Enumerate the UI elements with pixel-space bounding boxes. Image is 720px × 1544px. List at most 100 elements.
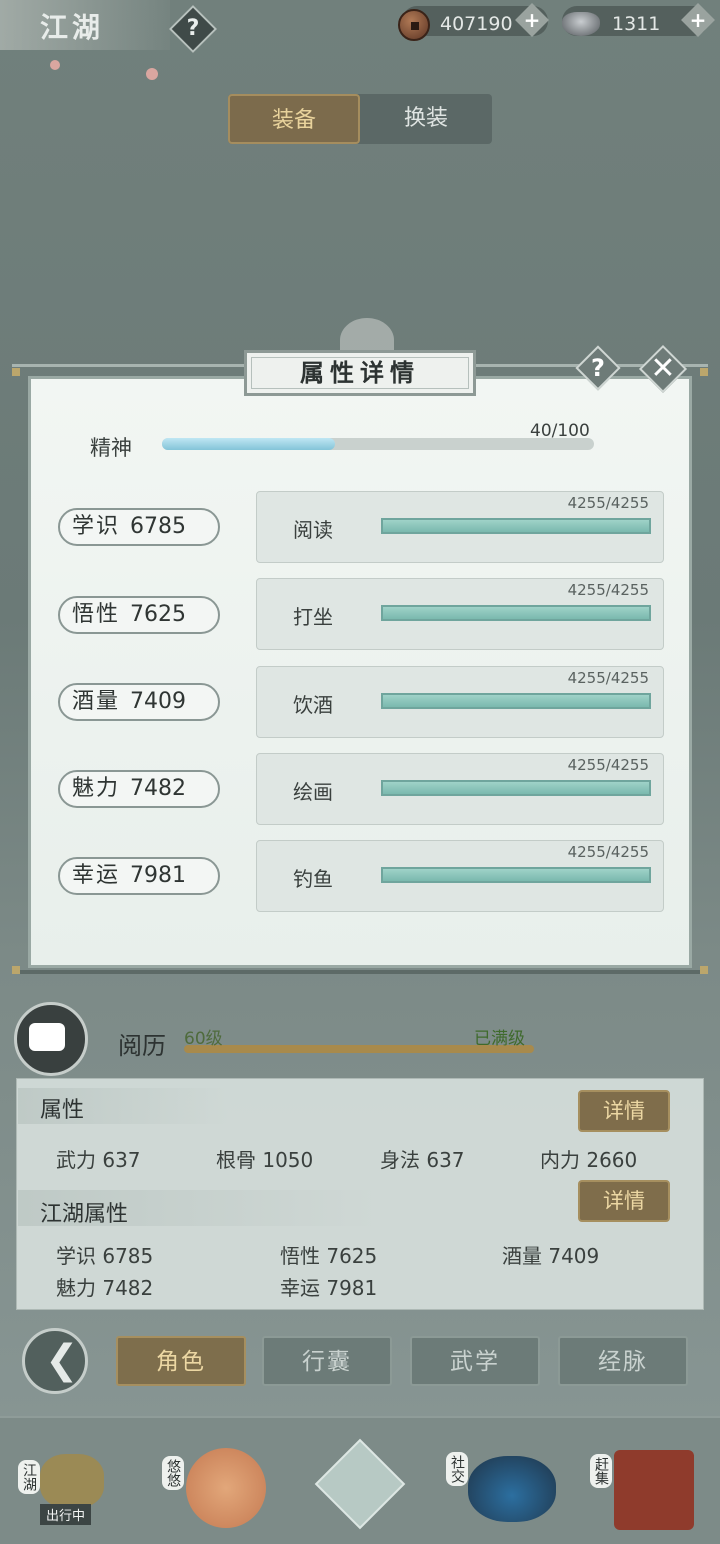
help-button[interactable]: ?	[168, 4, 218, 54]
stat-name: 幸运	[72, 863, 121, 888]
stat-pill-meili: 魅力 7482	[58, 770, 220, 808]
skill-progress-bar	[381, 867, 651, 883]
tab-equip[interactable]: 装备	[228, 94, 360, 144]
dock-label: 社交	[446, 1452, 468, 1486]
jianghu-art-icon	[40, 1454, 104, 1508]
page-title: 江湖	[40, 11, 105, 44]
skill-progress-fill	[383, 695, 649, 707]
modal-close-button[interactable]: ✕	[638, 344, 688, 394]
jianghu-attribute-item: 幸运 7981	[280, 1276, 378, 1300]
plus-icon: +	[689, 8, 707, 32]
skill-progress-fill	[383, 520, 649, 532]
stat-pill-jiuliang: 酒量 7409	[58, 683, 220, 721]
blossom-decoration	[146, 68, 158, 80]
blossom-decoration	[50, 60, 60, 70]
dock-item-youyou[interactable]: 悠悠	[158, 1432, 266, 1532]
attributes-detail-button[interactable]: 详情	[578, 1090, 670, 1132]
tab-change-outfit[interactable]: 换装	[360, 94, 492, 144]
skill-progress-text: 4255/4255	[567, 843, 649, 861]
experience-level: 60级	[184, 1029, 223, 1049]
chat-bubble-icon	[29, 1023, 65, 1051]
skill-row-reading: 阅读 4255/4255	[256, 491, 664, 563]
stat-value: 6785	[130, 514, 187, 539]
jianghu-attribute-item: 酒量 7409	[502, 1244, 600, 1268]
skill-progress-fill	[383, 782, 649, 794]
attribute-item: 根骨 1050	[216, 1148, 314, 1172]
skill-progress-text: 4255/4255	[567, 756, 649, 774]
add-silver-button[interactable]: +	[681, 0, 715, 40]
tab-inventory[interactable]: 行囊	[262, 1336, 392, 1386]
spirit-progress-fill	[162, 438, 335, 450]
chat-button[interactable]	[14, 1002, 88, 1076]
jianghu-detail-button[interactable]: 详情	[578, 1180, 670, 1222]
social-art-icon	[468, 1456, 556, 1522]
spirit-value: 40/100	[530, 421, 590, 441]
skill-name: 打坐	[293, 605, 333, 629]
jianghu-attribute-item: 悟性 7625	[280, 1244, 378, 1268]
skill-progress-bar	[381, 780, 651, 796]
top-bar: 江湖 ? 407190 + 1311 +	[0, 0, 720, 80]
stat-value: 7409	[130, 689, 187, 714]
close-icon: ✕	[650, 351, 676, 386]
skill-row-painting: 绘画 4255/4255	[256, 753, 664, 825]
modal-frame-bottom	[12, 964, 708, 974]
skill-progress-bar	[381, 518, 651, 534]
jianghu-attribute-item: 学识 6785	[56, 1244, 154, 1268]
dock-label: 赶集	[590, 1454, 612, 1488]
skill-name: 钓鱼	[293, 867, 333, 891]
question-icon: ?	[186, 16, 200, 41]
skill-progress-fill	[383, 869, 649, 881]
dock-label: 悠悠	[162, 1456, 184, 1490]
frame-corner	[700, 966, 708, 974]
dock-item-market[interactable]: 赶集	[588, 1432, 694, 1532]
tab-character[interactable]: 角色	[116, 1336, 246, 1386]
market-basket-icon	[614, 1450, 694, 1530]
attribute-item: 身法 637	[380, 1148, 465, 1172]
dock-item-jianghu[interactable]: 江湖 出行中	[14, 1432, 114, 1532]
experience-status: 已满级	[474, 1029, 525, 1049]
coin-icon	[398, 9, 430, 41]
stat-name: 悟性	[72, 602, 121, 627]
add-coins-button[interactable]: +	[515, 0, 549, 40]
spirit-label: 精神	[90, 436, 132, 460]
stat-name: 酒量	[72, 689, 121, 714]
stat-value: 7625	[130, 602, 187, 627]
stat-pill-xueshi: 学识 6785	[58, 508, 220, 546]
tab-martial-arts[interactable]: 武学	[410, 1336, 540, 1386]
chevron-left-icon: ❮	[45, 1337, 79, 1383]
dock-item-social[interactable]: 社交	[444, 1432, 556, 1532]
dock-status-badge: 出行中	[40, 1504, 92, 1525]
experience-label: 阅历	[118, 1032, 166, 1060]
skill-progress-bar	[381, 605, 651, 621]
skill-progress-text: 4255/4255	[567, 669, 649, 687]
stat-name: 魅力	[72, 776, 121, 801]
frame-corner	[700, 368, 708, 376]
frame-corner	[12, 966, 20, 974]
stat-value: 7981	[130, 863, 187, 888]
skill-progress-bar	[381, 693, 651, 709]
coin-amount: 407190	[440, 13, 513, 35]
youyou-art-icon	[186, 1448, 266, 1528]
tab-meridians[interactable]: 经脉	[558, 1336, 688, 1386]
frame-corner	[12, 368, 20, 376]
skill-name: 阅读	[293, 518, 333, 542]
stat-pill-xingyun: 幸运 7981	[58, 857, 220, 895]
attributes-title: 属性	[40, 1098, 85, 1123]
attribute-item: 武力 637	[56, 1148, 141, 1172]
silver-amount: 1311	[612, 13, 661, 35]
back-button[interactable]: ❮	[22, 1328, 88, 1394]
skill-progress-text: 4255/4255	[567, 494, 649, 512]
plus-icon: +	[523, 8, 541, 32]
skill-name: 绘画	[293, 780, 333, 804]
attribute-item: 内力 2660	[540, 1148, 638, 1172]
jianghu-attribute-item: 魅力 7482	[56, 1276, 154, 1300]
stat-value: 7482	[130, 776, 187, 801]
dock-label: 江湖	[18, 1460, 40, 1494]
equip-tabs: 装备 换装	[228, 94, 492, 144]
modal-help-button[interactable]: ?	[575, 345, 621, 391]
skill-row-drinking: 饮酒 4255/4255	[256, 666, 664, 738]
question-icon: ?	[591, 354, 605, 382]
skill-name: 饮酒	[293, 693, 333, 717]
skill-row-fishing: 钓鱼 4255/4255	[256, 840, 664, 912]
skill-row-meditation: 打坐 4255/4255	[256, 578, 664, 650]
